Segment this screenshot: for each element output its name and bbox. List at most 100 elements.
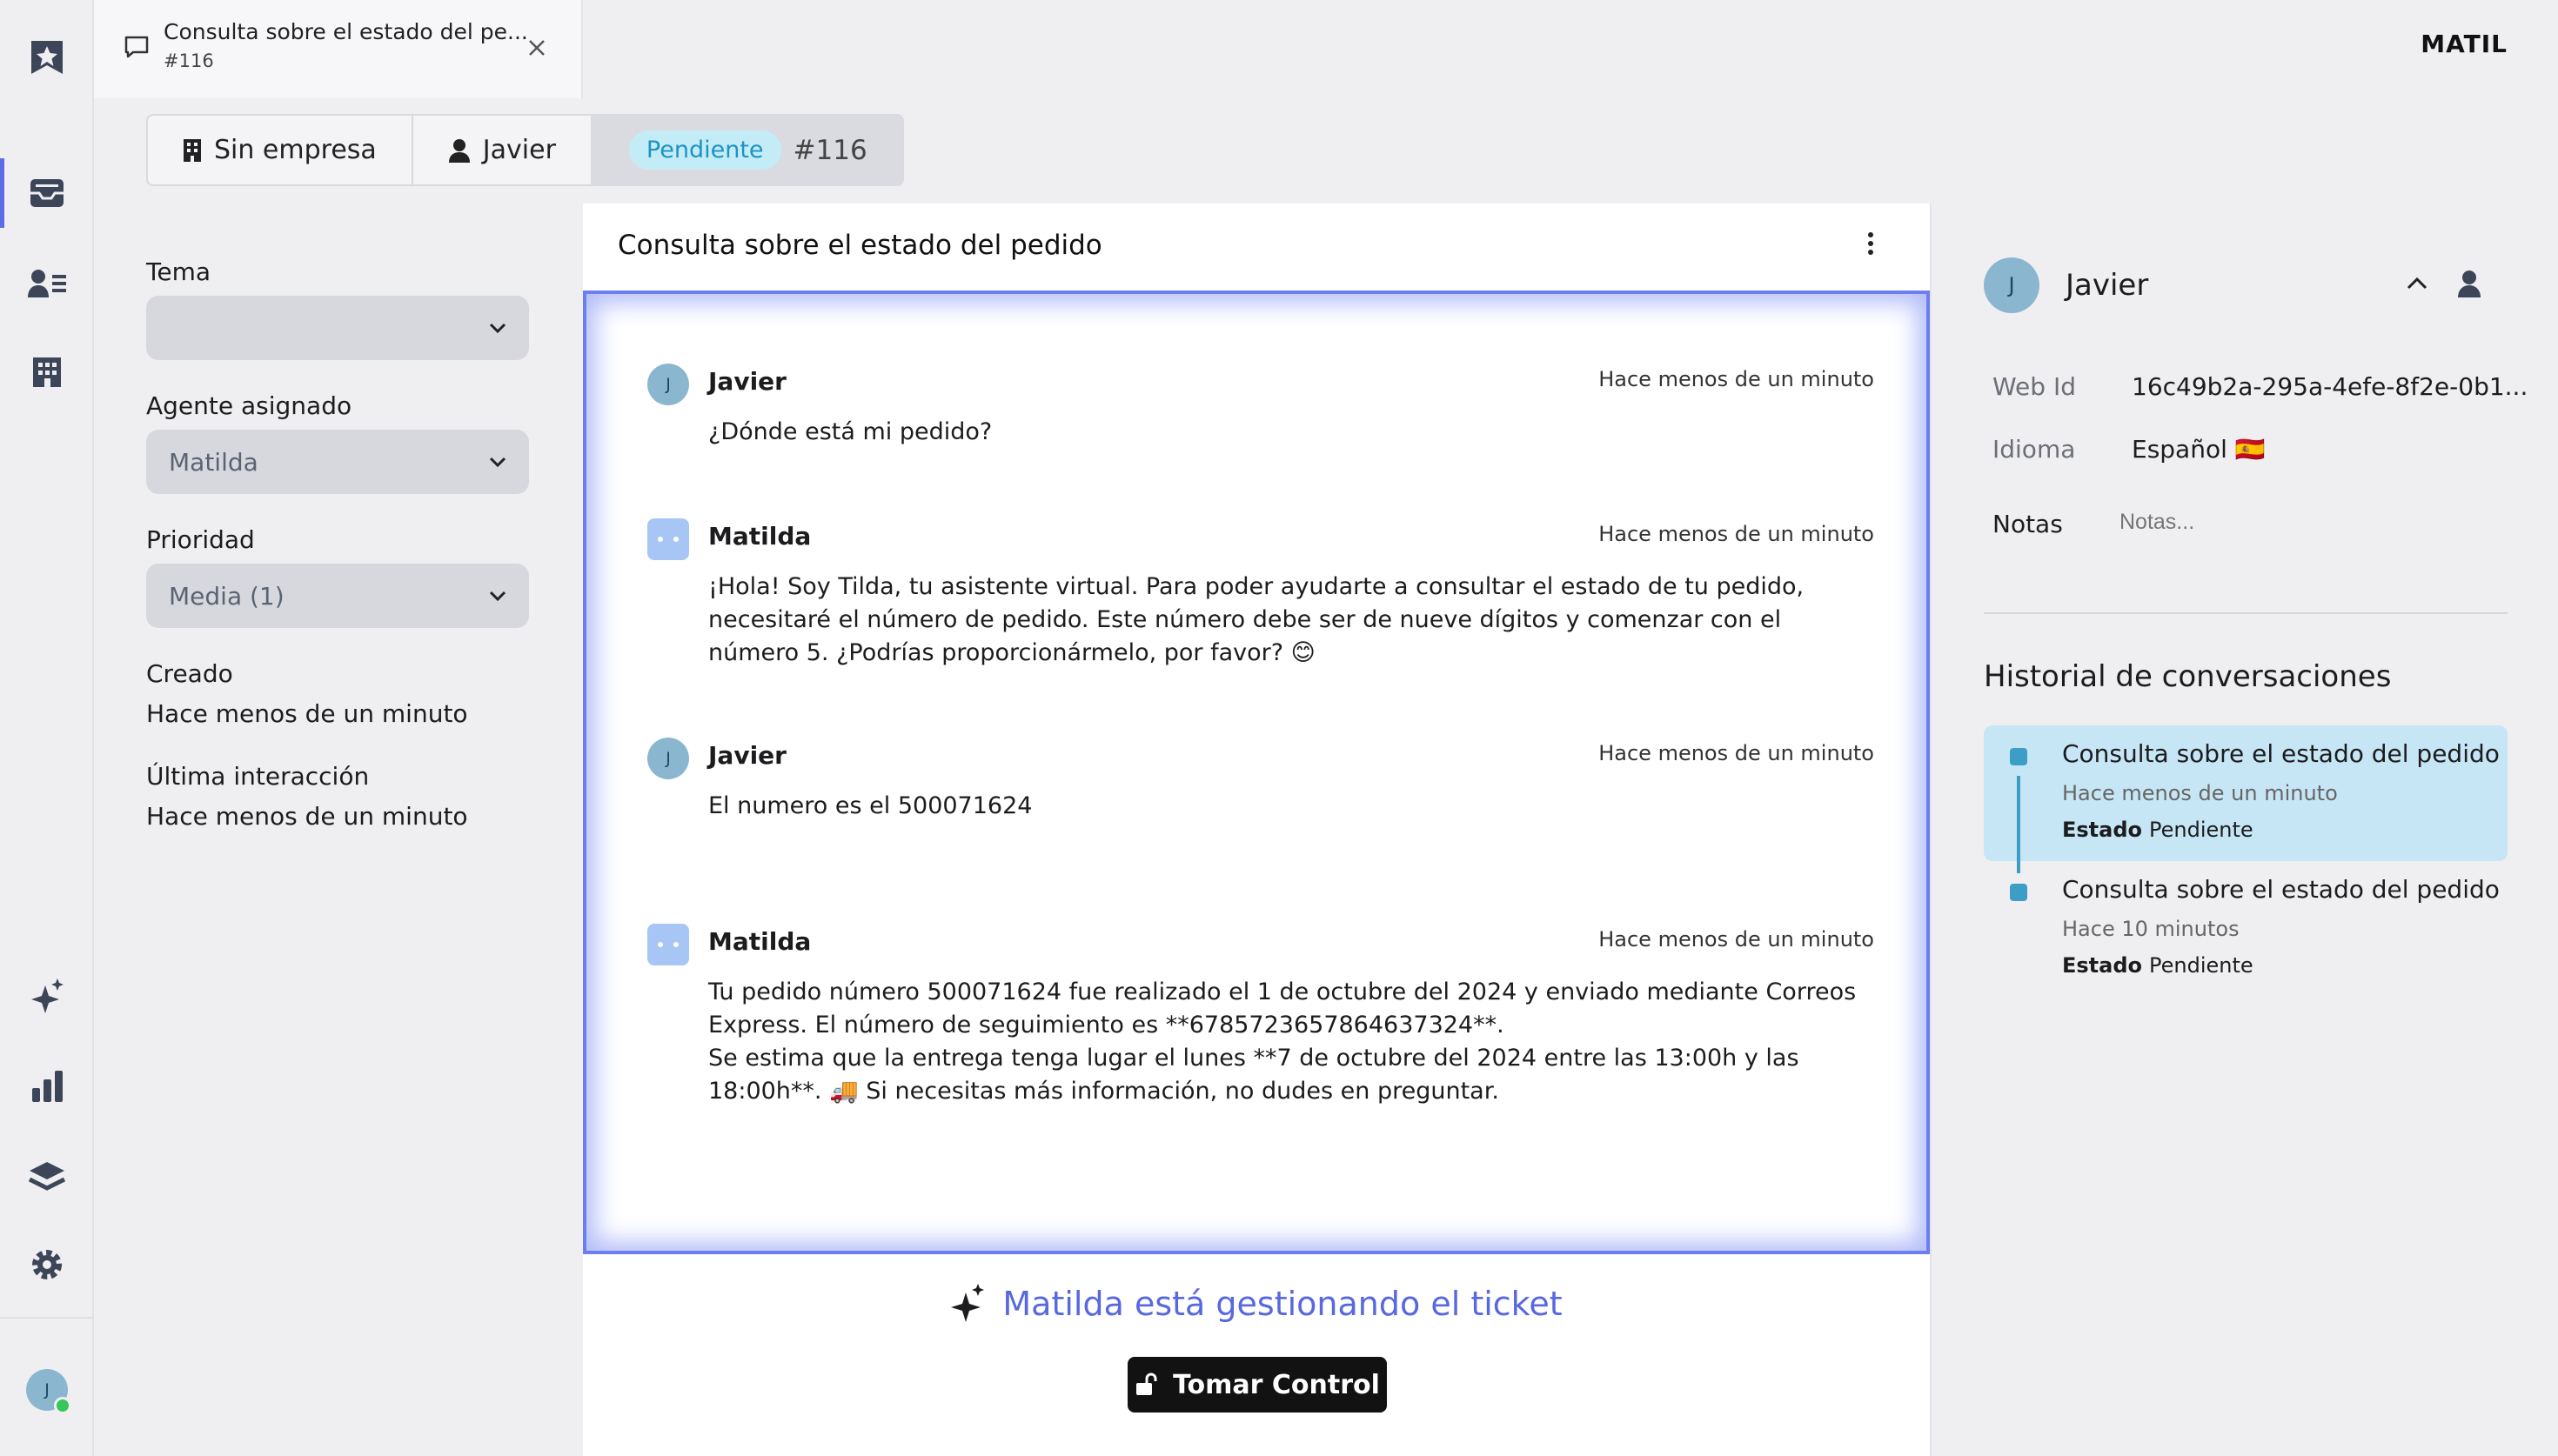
nav-layers[interactable]: [0, 1141, 94, 1211]
message-author: Matilda: [708, 927, 812, 956]
idioma-value: Español 🇪🇸: [2132, 435, 2266, 464]
state-label: Estado: [2062, 818, 2143, 842]
layers-icon: [28, 1162, 66, 1191]
webid-value: 16c49b2a-295a-4efe-8f2e-0b1...: [2132, 372, 2528, 401]
breadcrumb-ticket[interactable]: Pendiente #116: [592, 116, 902, 184]
tab-title: Consulta sobre el estado del pe...: [164, 19, 528, 44]
take-control-button[interactable]: Tomar Control: [1128, 1357, 1387, 1413]
message-time: Hace menos de un minuto: [1598, 927, 1874, 952]
message-text: ¿Dónde está mi pedido?: [708, 418, 993, 445]
chevron-up-icon[interactable]: [2407, 277, 2427, 291]
sparkles-icon: [951, 1284, 985, 1322]
breadcrumb-company[interactable]: Sin empresa: [148, 116, 413, 184]
notes-input[interactable]: [2118, 503, 2483, 541]
sparkles-icon: [31, 978, 64, 1013]
tema-select[interactable]: [146, 296, 529, 360]
creado-value: Hace menos de un minuto: [146, 699, 468, 728]
nav-inbox[interactable]: [0, 158, 94, 228]
chat-panel: Consulta sobre el estado del pedido J Ja…: [583, 204, 1930, 1456]
nav-rail: J: [0, 0, 94, 1456]
state-label: Estado: [2062, 953, 2143, 978]
message-avatar: J: [647, 738, 689, 779]
message-author: Matilda: [708, 522, 812, 551]
history-item-state: Estado Pendiente: [2062, 953, 2253, 978]
avatar-initial: J: [666, 375, 671, 394]
status-badge: Pendiente: [628, 130, 781, 170]
timeline-dot: [2010, 884, 2027, 901]
message-item: J Javier Hace menos de un minuto El nume…: [647, 738, 1874, 825]
message-item: J Javier Hace menos de un minuto ¿Dónde …: [647, 364, 1874, 451]
ultima-interaccion-value: Hace menos de un minuto: [146, 802, 468, 831]
agente-value: Matilda: [169, 447, 258, 477]
contact-name: Javier: [2066, 268, 2149, 303]
tab-subtitle: #116: [164, 50, 214, 71]
building-icon: [33, 357, 61, 387]
message-avatar: J: [647, 364, 689, 405]
close-icon[interactable]: [527, 38, 546, 57]
contact-avatar-initial: J: [2008, 273, 2015, 297]
idioma-label: Idioma: [1992, 435, 2076, 464]
prioridad-value: Media (1): [169, 581, 285, 611]
state-value: Pendiente: [2149, 953, 2253, 978]
message-text: El numero es el 500071624: [708, 792, 1033, 819]
history-item-time: Hace 10 minutos: [2062, 917, 2240, 941]
breadcrumb-contact[interactable]: Javier: [413, 116, 593, 184]
online-indicator: [54, 1397, 71, 1414]
chat-bubble-icon: [124, 36, 149, 58]
ultima-interaccion-label: Última interacción: [146, 762, 370, 791]
history-title: Historial de conversaciones: [1984, 659, 2392, 694]
tema-label: Tema: [146, 257, 211, 286]
gear-icon: [32, 1250, 62, 1279]
message-item: Matilda Hace menos de un minuto ¡Hola! S…: [647, 518, 1874, 675]
nav-ai[interactable]: [0, 962, 94, 1032]
timeline-line: [2017, 776, 2020, 873]
contacts-icon: [28, 270, 66, 297]
message-item: Matilda Hace menos de un minuto Tu pedid…: [647, 924, 1874, 1167]
bot-avatar: [647, 924, 689, 965]
chat-title: Consulta sobre el estado del pedido: [618, 230, 1102, 261]
message-author: Javier: [708, 367, 787, 396]
prioridad-select[interactable]: Media (1): [146, 564, 529, 628]
user-avatar[interactable]: J: [0, 1355, 94, 1425]
notas-label: Notas: [1992, 510, 2063, 538]
more-options-icon[interactable]: [1867, 231, 1874, 256]
nav-settings[interactable]: [0, 1230, 94, 1299]
message-text: ¡Hola! Soy Tilda, tu asistente virtual. …: [708, 573, 1805, 666]
nav-stats[interactable]: [0, 1051, 94, 1120]
state-value: Pendiente: [2149, 818, 2253, 842]
nav-contacts[interactable]: [0, 249, 94, 318]
chevron-down-icon: [489, 591, 506, 601]
conversation-tab[interactable]: Consulta sobre el estado del pe... #116: [94, 0, 583, 98]
chevron-down-icon: [489, 457, 506, 467]
user-icon[interactable]: [2457, 270, 2481, 297]
timeline-dot: [2010, 748, 2027, 765]
history-item[interactable]: Consulta sobre el estado del pedido Hace…: [1984, 861, 2508, 997]
contact-avatar: J: [1984, 257, 2039, 313]
webid-label: Web Id: [1992, 372, 2076, 401]
history-item[interactable]: Consulta sobre el estado del pedido Hace…: [1984, 725, 2508, 861]
creado-label: Creado: [146, 659, 233, 688]
breadcrumb: Sin empresa Javier Pendiente #116: [146, 114, 904, 186]
message-time: Hace menos de un minuto: [1598, 741, 1874, 765]
message-time: Hace menos de un minuto: [1598, 522, 1874, 546]
user-avatar-initial: J: [44, 1380, 50, 1399]
message-time: Hace menos de un minuto: [1598, 367, 1874, 391]
ai-handling-text: Matilda está gestionando el ticket: [1002, 1285, 1563, 1323]
message-text: Tu pedido número 500071624 fue realizado…: [708, 978, 1857, 1039]
breadcrumb-contact-label: Javier: [482, 135, 556, 165]
contact-panel: J Javier Web Id 16c49b2a-295a-4efe-8f2e-…: [1930, 204, 2558, 1456]
message-text: Se estima que la entrega tenga lugar el …: [708, 1045, 1799, 1105]
nav-companies[interactable]: [0, 336, 94, 405]
divider: [1984, 612, 2508, 614]
message-list[interactable]: J Javier Hace menos de un minuto ¿Dónde …: [583, 291, 1930, 1254]
prioridad-label: Prioridad: [146, 525, 255, 554]
inbox-icon: [30, 179, 64, 207]
building-icon: [184, 138, 201, 162]
history-item-state: Estado Pendiente: [2062, 818, 2253, 842]
history-item-title: Consulta sobre el estado del pedido: [2062, 739, 2500, 768]
logo-icon[interactable]: [0, 23, 94, 92]
chart-icon: [32, 1071, 63, 1102]
breadcrumb-company-label: Sin empresa: [214, 135, 377, 165]
history-item-time: Hace menos de un minuto: [2062, 781, 2338, 805]
agente-select[interactable]: Matilda: [146, 430, 529, 494]
